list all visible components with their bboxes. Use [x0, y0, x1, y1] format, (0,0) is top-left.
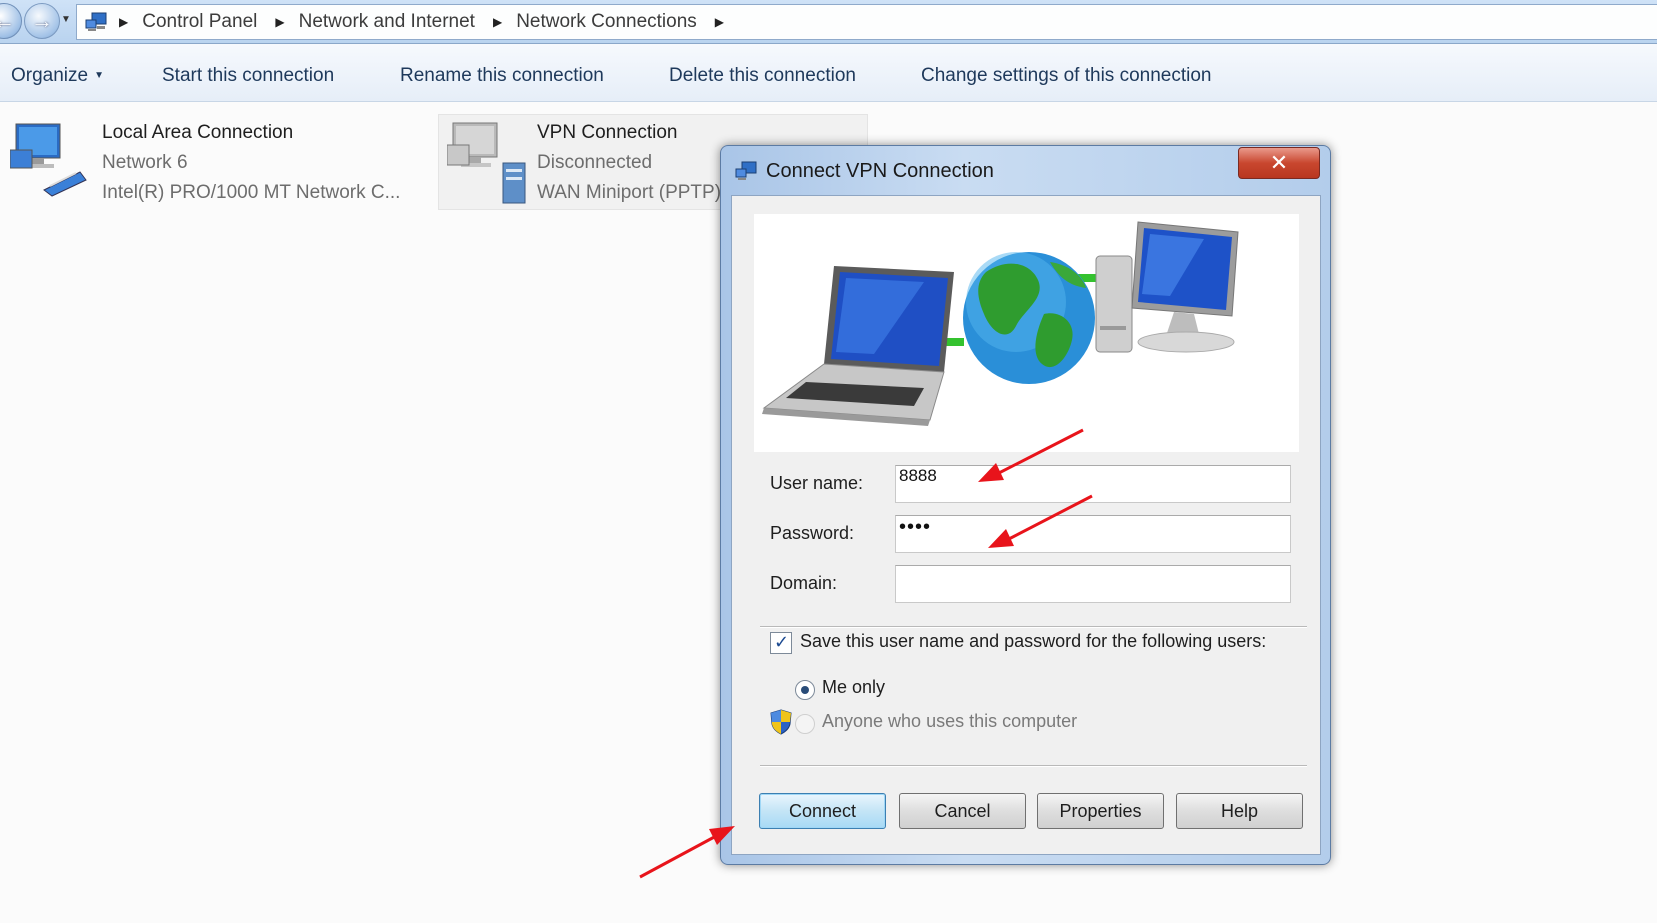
- breadcrumb-control-panel[interactable]: Control Panel: [142, 11, 257, 33]
- delete-connection-button[interactable]: Delete this connection: [669, 44, 856, 102]
- divider: [760, 765, 1307, 767]
- laptop-globe-computer-icon: [762, 221, 1239, 426]
- username-field[interactable]: 8888: [895, 465, 1291, 503]
- connection-name: VPN Connection: [537, 122, 678, 143]
- breadcrumb-network-connections[interactable]: Network Connections: [516, 11, 697, 33]
- save-credentials-label: Save this user name and password for the…: [800, 631, 1267, 651]
- arrow-to-connect-icon: [639, 833, 719, 879]
- back-button[interactable]: ←: [0, 3, 22, 39]
- recent-pages-dropdown-icon[interactable]: ▼: [61, 14, 71, 25]
- anyone-radio[interactable]: [795, 714, 815, 734]
- connection-name: Local Area Connection: [102, 122, 294, 143]
- breadcrumb-separator-icon[interactable]: ▶: [119, 15, 128, 29]
- domain-field[interactable]: [895, 565, 1291, 603]
- anyone-label: Anyone who uses this computer: [822, 711, 1078, 731]
- save-credentials-checkbox[interactable]: ✓: [770, 632, 792, 654]
- connection-status: Disconnected: [537, 152, 653, 173]
- vpn-title-icon: [735, 161, 757, 180]
- vpn-banner-illustration: [754, 214, 1299, 452]
- caret-down-icon: ▼: [94, 70, 105, 81]
- rename-connection-button[interactable]: Rename this connection: [400, 44, 604, 102]
- breadcrumb-separator-icon[interactable]: ▶: [715, 15, 724, 29]
- breadcrumb[interactable]: ▶ Control Panel ▶ Network and Internet ▶…: [76, 4, 1657, 40]
- username-label: User name:: [770, 473, 864, 493]
- password-field[interactable]: ••••: [895, 515, 1291, 553]
- help-button[interactable]: Help: [1176, 793, 1303, 829]
- connect-button[interactable]: Connect: [759, 793, 886, 829]
- back-arrow-icon: ←: [0, 8, 15, 33]
- forward-arrow-icon: →: [31, 8, 53, 33]
- breadcrumb-separator-icon[interactable]: ▶: [493, 15, 502, 29]
- network-connections-icon: [85, 12, 107, 31]
- connect-vpn-dialog: Connect VPN Connection ✕ User name: 8888…: [720, 145, 1331, 865]
- change-settings-button[interactable]: Change settings of this connection: [921, 44, 1211, 102]
- properties-button[interactable]: Properties: [1037, 793, 1164, 829]
- checkmark-icon: ✓: [774, 632, 790, 652]
- network-adapter-icon: [10, 123, 87, 197]
- password-label: Password:: [770, 523, 855, 543]
- cancel-button[interactable]: Cancel: [899, 793, 1026, 829]
- connection-device: Intel(R) PRO/1000 MT Network C...: [102, 182, 401, 203]
- me-only-label: Me only: [822, 677, 886, 697]
- domain-label: Domain:: [770, 573, 838, 593]
- dialog-body: User name: 8888 Password: •••• Domain: ✓…: [731, 195, 1321, 855]
- forward-button[interactable]: →: [24, 3, 60, 39]
- breadcrumb-network-and-internet[interactable]: Network and Internet: [299, 11, 475, 33]
- breadcrumb-separator-icon[interactable]: ▶: [275, 15, 284, 29]
- organize-menu[interactable]: Organize ▼: [11, 44, 104, 102]
- start-connection-button[interactable]: Start this connection: [162, 44, 334, 102]
- dialog-title: Connect VPN Connection: [766, 160, 994, 182]
- close-icon: ✕: [1269, 150, 1289, 175]
- connection-status: Network 6: [102, 152, 188, 173]
- address-bar: ← → ▼ ▶ Control Panel ▶ Network and Inte…: [0, 0, 1657, 44]
- uac-shield-icon: [770, 709, 792, 735]
- me-only-radio[interactable]: [795, 680, 815, 700]
- connection-device: WAN Miniport (PPTP): [537, 182, 722, 203]
- divider: [760, 626, 1307, 628]
- command-bar: Organize ▼ Start this connection Rename t…: [0, 44, 1657, 102]
- close-button[interactable]: ✕: [1238, 147, 1320, 179]
- organize-label: Organize: [11, 65, 89, 86]
- vpn-connection-icon: [447, 122, 526, 204]
